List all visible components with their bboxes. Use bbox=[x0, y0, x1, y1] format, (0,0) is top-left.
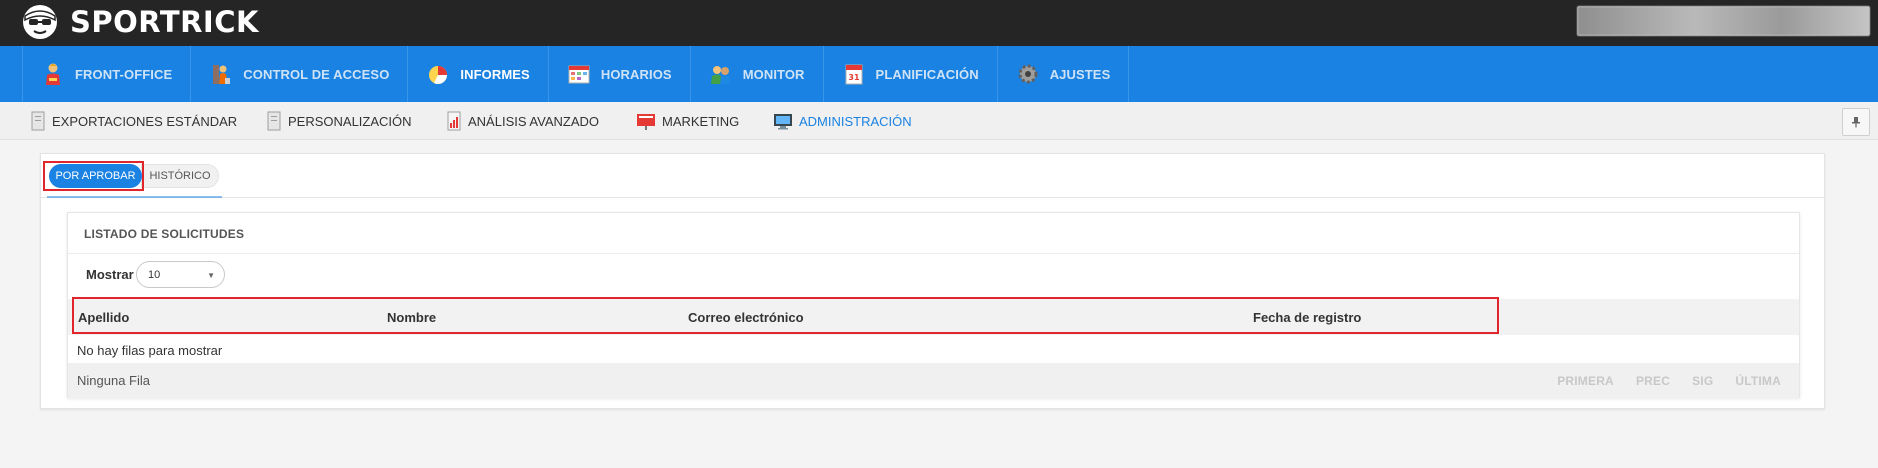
document-icon bbox=[267, 111, 281, 131]
main-tab-label: HORARIOS bbox=[600, 66, 672, 82]
highlight-box bbox=[72, 297, 1499, 334]
document-icon bbox=[31, 111, 45, 131]
pager-last-button[interactable]: ÚLTIMA bbox=[1735, 374, 1781, 388]
subnav-item-label: EXPORTACIONES ESTÁNDAR bbox=[52, 113, 238, 129]
subnav-item-exportaciones[interactable]: EXPORTACIONES ESTÁNDAR bbox=[30, 102, 237, 140]
main-tab-control-de-acceso[interactable]: CONTROL DE ACCESO bbox=[190, 46, 407, 102]
requests-listing: LISTADO DE SOLICITUDES Mostrar 10 ▼ Apel… bbox=[67, 212, 1800, 398]
logo-face-icon bbox=[23, 5, 57, 39]
tab-historico[interactable]: HISTÓRICO bbox=[141, 164, 219, 188]
main-tab-label: AJUSTES bbox=[1049, 66, 1111, 82]
content-panel: HISTÓRICO POR APROBAR LISTADO DE SOLICIT… bbox=[40, 153, 1825, 409]
pager-first-button[interactable]: PRIMERA bbox=[1557, 374, 1614, 388]
access-control-icon bbox=[213, 65, 231, 84]
top-bar: SPORTRICK bbox=[0, 0, 1878, 46]
page-size-select[interactable]: 10 ▼ bbox=[136, 261, 225, 288]
main-tab-front-office[interactable]: FRONT-OFFICE bbox=[22, 46, 190, 102]
pager-next-button[interactable]: SIG bbox=[1692, 374, 1713, 388]
main-tab-ajustes[interactable]: AJUSTES bbox=[996, 46, 1130, 102]
gear-icon bbox=[1018, 64, 1038, 84]
brand-name: SPORTRICK bbox=[70, 5, 259, 39]
divider bbox=[68, 253, 1799, 254]
empty-table-message: No hay filas para mostrar bbox=[77, 343, 223, 358]
subnav-item-label: PERSONALIZACIÓN bbox=[288, 113, 412, 129]
subnav-item-personalizacion[interactable]: PERSONALIZACIÓN bbox=[266, 102, 412, 140]
main-tab-label: INFORMES bbox=[460, 66, 530, 82]
subnav-item-marketing[interactable]: MARKETING bbox=[636, 102, 739, 140]
pagination: PRIMERA PREC SIG ÚLTIMA bbox=[1557, 363, 1781, 398]
subnav-item-analisis-avanzado[interactable]: ANÁLISIS AVANZADO bbox=[446, 102, 599, 140]
pie-chart-icon bbox=[429, 66, 448, 84]
user-account-box[interactable] bbox=[1577, 6, 1870, 36]
subnav-item-label: MARKETING bbox=[662, 113, 740, 129]
svg-text:31: 31 bbox=[848, 73, 860, 82]
main-tab-horarios[interactable]: HORARIOS bbox=[547, 46, 690, 102]
tabs-row: HISTÓRICO POR APROBAR bbox=[41, 154, 1824, 198]
subnav-item-label: ANÁLISIS AVANZADO bbox=[468, 113, 600, 129]
main-tab-label: CONTROL DE ACCESO bbox=[243, 66, 390, 82]
sub-nav: EXPORTACIONES ESTÁNDAR PERSONALIZACIÓN A… bbox=[0, 102, 1878, 140]
table-footer: Ninguna Fila PRIMERA PREC SIG ÚLTIMA bbox=[68, 363, 1799, 398]
pin-button[interactable] bbox=[1842, 108, 1870, 136]
subnav-item-label: ADMINISTRACIÓN bbox=[799, 113, 912, 129]
tab-underline bbox=[47, 196, 222, 198]
page-size-label: Mostrar bbox=[86, 267, 134, 282]
marketing-icon bbox=[637, 114, 655, 130]
calendar-grid-icon bbox=[568, 65, 590, 84]
person-icon bbox=[46, 63, 60, 85]
row-count-info: Ninguna Fila bbox=[77, 373, 150, 388]
planner-icon: 31 bbox=[845, 64, 863, 85]
chevron-down-icon: ▼ bbox=[207, 271, 215, 280]
highlight-box bbox=[43, 161, 144, 191]
main-tab-informes[interactable]: INFORMES bbox=[407, 46, 547, 110]
main-tab-label: MONITOR bbox=[742, 66, 805, 82]
main-tab-label: FRONT-OFFICE bbox=[75, 66, 173, 82]
people-icon bbox=[710, 66, 731, 84]
pin-icon bbox=[1852, 117, 1860, 128]
listing-title: LISTADO DE SOLICITUDES bbox=[84, 227, 245, 241]
brand-logo[interactable]: SPORTRICK bbox=[20, 2, 259, 42]
main-tab-monitor[interactable]: MONITOR bbox=[689, 46, 823, 102]
main-tab-label: PLANIFICACIÓN bbox=[875, 66, 979, 82]
report-icon bbox=[447, 111, 461, 131]
subnav-item-administracion[interactable]: ADMINISTRACIÓN bbox=[773, 102, 912, 140]
page-size-value: 10 bbox=[148, 268, 161, 281]
main-tab-planificacion[interactable]: 31 PLANIFICACIÓN bbox=[822, 46, 997, 102]
pager-prev-button[interactable]: PREC bbox=[1636, 374, 1670, 388]
monitor-icon bbox=[774, 114, 792, 130]
main-nav: FRONT-OFFICE CONTROL DE ACCESO INFORMES bbox=[0, 46, 1878, 110]
